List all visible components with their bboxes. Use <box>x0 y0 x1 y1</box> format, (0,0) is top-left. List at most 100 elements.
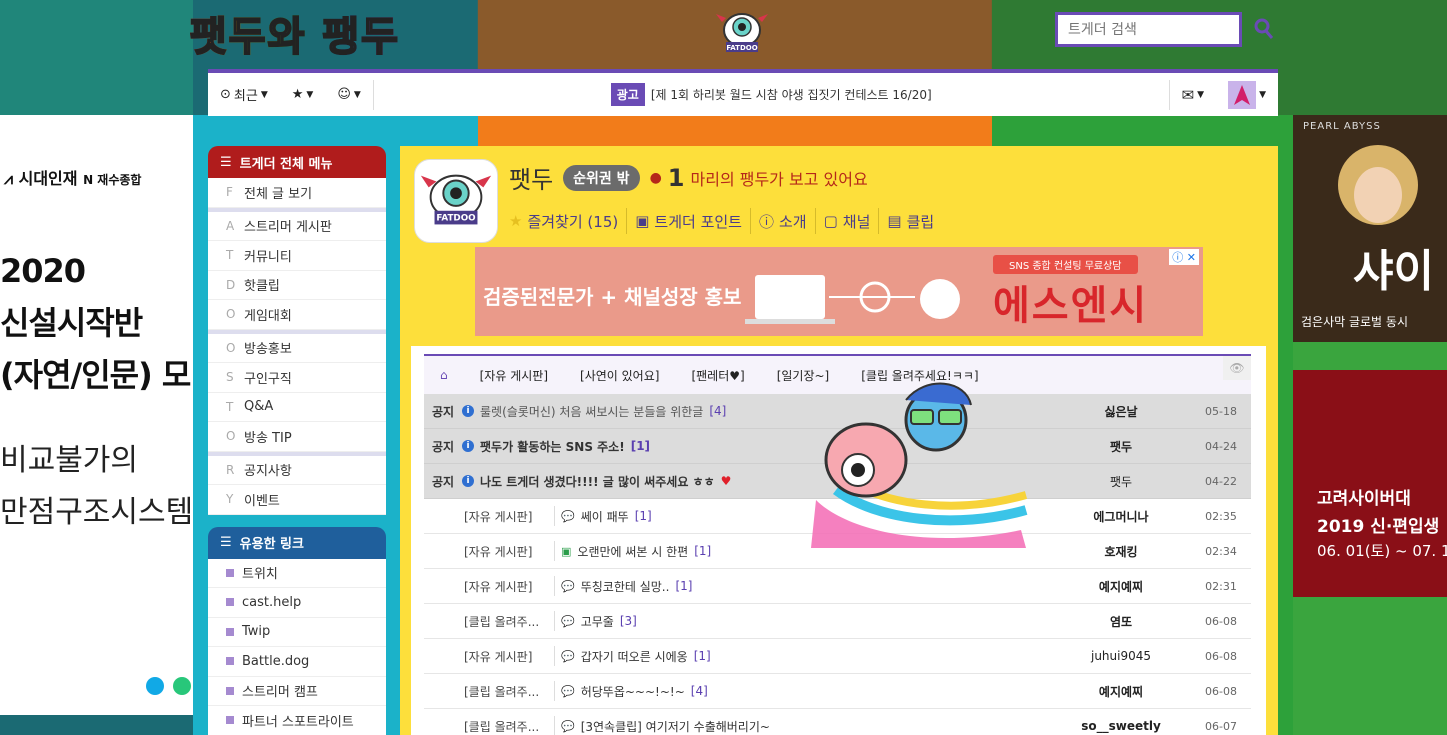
sidebar-item[interactable]: O 방송홍보 <box>208 334 386 363</box>
notice-row[interactable]: 공지 i 나도 트게더 생겼다!!!! 글 많이 써주세요 ㅎㅎ ♥ 팻두 04-22 <box>424 464 1251 499</box>
sidebar-link[interactable]: 트위치 <box>208 559 386 588</box>
chevron-down-icon: ▼ <box>260 89 268 100</box>
post-title-text: 뚜칭코한테 실망.. <box>580 579 670 594</box>
divider <box>554 611 555 631</box>
board-tab[interactable]: [자유 게시판] <box>464 367 564 384</box>
left-ad-banner[interactable]: ⩘ 시대인재 N 재수종합 2020 신설시작반 (자연/인문) 모 비교불가의… <box>0 115 193 715</box>
sidebar-link[interactable]: cast.help <box>208 588 386 618</box>
comment-bubble-icon: 💬 <box>561 579 575 593</box>
sidebar-item[interactable]: D 핫클립 <box>208 271 386 300</box>
table-row[interactable]: [자유 게시판] 💬 뚜칭코한테 실망.. [1] 예지예찌 02:31 <box>424 569 1251 604</box>
link-label: 트게더 포인트 <box>654 212 742 231</box>
post-category: [자유 게시판] <box>464 544 533 559</box>
info-icon: i <box>462 405 474 417</box>
sidebar-links-header: ☰ 유용한 링크 <box>208 526 386 559</box>
sidebar-link[interactable]: Battle.dog <box>208 647 386 677</box>
table-row[interactable]: [자유 게시판] ▣ 오랜만에 써본 시 한편 [1] 호재킹 02:34 <box>424 534 1251 569</box>
divider <box>554 541 555 561</box>
sidebar-item-label: 이벤트 <box>244 493 280 509</box>
comment-bubble-icon: 💬 <box>561 614 575 628</box>
bullet-square-icon <box>226 686 234 695</box>
right-ad-university[interactable]: 고려사이버대 2019 신·편입생 06. 01(토) ~ 07. 1 <box>1293 370 1447 597</box>
table-row[interactable]: [자유 게시판] 💬 갑자기 떠오른 시에옹 [1] juhui9045 06-08 <box>424 639 1251 674</box>
sidebar-link[interactable]: Twip <box>208 618 386 647</box>
notice-row[interactable]: 공지 i 팻두가 활동하는 SNS 주소! [1] 팻두 04-24 <box>424 429 1251 464</box>
sidebar-link-label: cast.help <box>242 594 302 610</box>
eye-icon[interactable]: 👁 <box>1223 356 1251 380</box>
table-row[interactable]: [클립 올려주... 💬 [3연속클립] 여기저기 수출해버리기~ so__sweet… <box>424 709 1251 735</box>
fatdoo-logo-icon[interactable]: FATDOO <box>714 10 770 56</box>
post-title: 💬 쎄이 패뚜 [1] <box>561 508 1051 525</box>
post-author[interactable]: juhui9045 <box>1051 649 1191 663</box>
ad-line: 비교불가의 <box>0 443 138 478</box>
post-author[interactable]: so__sweetly <box>1051 719 1191 733</box>
post-title-text: 고무줄 <box>580 614 614 629</box>
star-icon: ★ <box>509 212 523 230</box>
carousel-dot[interactable] <box>146 677 164 695</box>
site-logo[interactable]: 팻두와 팽두 <box>189 4 400 62</box>
post-author[interactable]: 예지예찌 <box>1051 578 1191 595</box>
board-tab[interactable]: [일기장~] <box>761 367 846 384</box>
search-input[interactable] <box>1055 12 1242 47</box>
post-author[interactable]: 에그머니나 <box>1051 508 1191 525</box>
carousel-dot[interactable] <box>173 677 191 695</box>
ad-line: 2019 신·편입생 <box>1317 517 1440 537</box>
post-author[interactable]: 싫은날 <box>1051 403 1191 420</box>
table-row[interactable]: [클립 올려주... 💬 고무줄 [3] 염또 06-08 <box>424 604 1251 639</box>
post-author[interactable]: 예지예찌 <box>1051 683 1191 700</box>
intro-link[interactable]: ⓘ 소개 <box>751 208 816 234</box>
post-date: 02:31 <box>1205 579 1237 593</box>
favorite-link[interactable]: ★ 즐겨찾기 (15) <box>509 208 628 234</box>
table-row[interactable]: [클립 올려주... 💬 허당뚜옵~~~!~!~ [4] 예지예찌 06-08 <box>424 674 1251 709</box>
post-author[interactable]: 팻두 <box>1051 438 1191 455</box>
board-tab[interactable]: [사연이 있어요] <box>564 367 675 384</box>
post-date: 02:34 <box>1205 544 1237 558</box>
top-ad-link[interactable]: 광고 [제 1회 하리봇 월드 시참 야생 집짓기 컨테스트 16/20] <box>374 83 1169 106</box>
sidebar: ☰ 트게더 전체 메뉴 F 전체 글 보기 A 스트리머 게시판 T 커뮤니티 D 핫클립 O 게… <box>208 146 386 735</box>
sidebar-links-title: 유용한 링크 <box>239 537 304 552</box>
sidebar-item[interactable]: S 구인구직 <box>208 363 386 393</box>
ad-brand: PEARL ABYSS <box>1303 121 1381 132</box>
board-tab[interactable]: [팬레터♥] <box>675 367 760 384</box>
sidebar-item-label: 전체 글 보기 <box>244 186 313 202</box>
divider <box>554 646 555 666</box>
adchoices-icon[interactable]: ⓘ ✕ <box>1169 249 1199 265</box>
sidebar-item[interactable]: T Q&A <box>208 393 386 422</box>
ad-headline: 2020 신설시작반 (자연/인문) 모 <box>0 245 191 401</box>
post-author[interactable]: 염또 <box>1051 613 1191 630</box>
sidebar-item[interactable]: R 공지사항 <box>208 456 386 485</box>
post-title: 💬 허당뚜옵~~~!~!~ [4] <box>561 683 1051 700</box>
sidebar-item[interactable]: O 게임대회 <box>208 300 386 330</box>
post-author[interactable]: 팻두 <box>1051 473 1191 490</box>
post-category: [자유 게시판] <box>464 649 533 664</box>
channel-avatar[interactable]: FATDOO <box>414 159 498 243</box>
user-menu[interactable]: ▼ <box>1216 73 1278 116</box>
emoji-menu[interactable]: ☺ ▼ <box>325 73 372 116</box>
sidebar-item[interactable]: T 커뮤니티 <box>208 241 386 271</box>
sidebar-item-letter: F <box>226 185 233 200</box>
viewer-text: 마리의 팽두가 보고 있어요 <box>690 169 868 189</box>
ad-banner[interactable]: 검증된전문가 + 채널성장 홍보 SNS 종합 컨설팅 무료상담 에스엔시 ⓘ … <box>475 247 1203 336</box>
home-icon[interactable]: ⌂ <box>424 368 464 382</box>
table-row[interactable]: [자유 게시판] 💬 쎄이 패뚜 [1] 에그머니나 02:35 <box>424 499 1251 534</box>
favorites-menu[interactable]: ★ ▼ <box>280 73 326 116</box>
sidebar-item[interactable]: A 스트리머 게시판 <box>208 212 386 241</box>
search-icon[interactable] <box>1254 18 1274 40</box>
sidebar-item[interactable]: Y 이벤트 <box>208 485 386 515</box>
clip-link[interactable]: ▤ 클립 <box>879 208 942 234</box>
notice-row[interactable]: 공지 i 룰렛(슬롯머신) 처음 써보시는 분들을 위한글 [4] 싫은날 05-18 <box>424 394 1251 429</box>
comment-count: [1] <box>634 509 652 523</box>
point-link[interactable]: ▣ 트게더 포인트 <box>627 208 751 234</box>
sidebar-item[interactable]: O 방송 TIP <box>208 422 386 452</box>
avatar <box>1228 80 1257 109</box>
post-date: 04-22 <box>1205 474 1237 488</box>
message-menu[interactable]: ✉ ▼ <box>1170 73 1217 116</box>
sidebar-item[interactable]: F 전체 글 보기 <box>208 178 386 208</box>
recent-menu[interactable]: ⊙ 최근 ▼ <box>208 73 280 116</box>
sidebar-link[interactable]: 스트리머 캠프 <box>208 677 386 706</box>
post-author[interactable]: 호재킹 <box>1051 543 1191 560</box>
board-tab[interactable]: [클립 올려주세요!ㅋㅋ] <box>845 367 994 384</box>
channel-link[interactable]: ▢ 채널 <box>816 208 880 234</box>
sidebar-link[interactable]: 파트너 스포트라이트 <box>208 706 386 735</box>
right-ad-game[interactable]: PEARL ABYSS 샤이 검은사막 글로벌 동시 <box>1293 115 1447 342</box>
